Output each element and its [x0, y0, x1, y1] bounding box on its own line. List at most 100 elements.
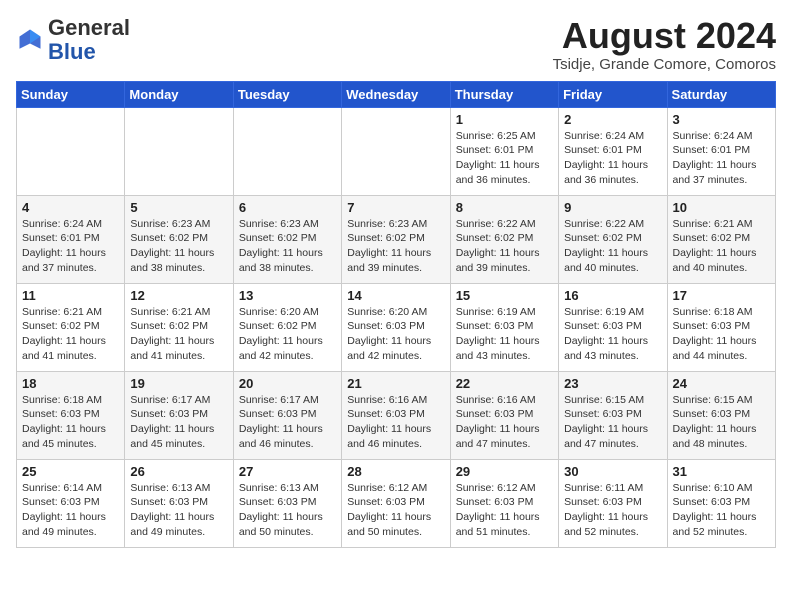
logo-icon [16, 26, 44, 54]
calendar-cell: 4 Sunrise: 6:24 AM Sunset: 6:01 PM Daylig… [17, 195, 125, 283]
calendar-cell: 14 Sunrise: 6:20 AM Sunset: 6:03 PM Dayli… [342, 283, 450, 371]
day-number: 18 [22, 376, 119, 391]
day-number: 4 [22, 200, 119, 215]
day-number: 30 [564, 464, 661, 479]
calendar-cell: 30 Sunrise: 6:11 AM Sunset: 6:03 PM Dayli… [559, 459, 667, 547]
calendar-cell [125, 107, 233, 195]
calendar-cell: 15 Sunrise: 6:19 AM Sunset: 6:03 PM Dayli… [450, 283, 558, 371]
day-info: Sunrise: 6:16 AM Sunset: 6:03 PM Dayligh… [456, 393, 553, 452]
calendar-cell: 28 Sunrise: 6:12 AM Sunset: 6:03 PM Dayli… [342, 459, 450, 547]
day-number: 7 [347, 200, 444, 215]
calendar-cell: 1Sunrise: 6:25 AM Sunset: 6:01 PM Daylig… [450, 107, 558, 195]
day-number: 10 [673, 200, 770, 215]
day-info: Sunrise: 6:19 AM Sunset: 6:03 PM Dayligh… [456, 305, 553, 364]
day-number: 19 [130, 376, 227, 391]
calendar-cell: 10 Sunrise: 6:21 AM Sunset: 6:02 PM Dayli… [667, 195, 775, 283]
calendar-week-row: 18Sunrise: 6:18 AM Sunset: 6:03 PM Dayli… [17, 371, 776, 459]
calendar-cell: 11 Sunrise: 6:21 AM Sunset: 6:02 PM Dayli… [17, 283, 125, 371]
calendar-cell: 9Sunrise: 6:22 AM Sunset: 6:02 PM Daylig… [559, 195, 667, 283]
day-number: 31 [673, 464, 770, 479]
day-number: 23 [564, 376, 661, 391]
logo-general-text: General [48, 15, 130, 40]
day-info: Sunrise: 6:17 AM Sunset: 6:03 PM Dayligh… [130, 393, 227, 452]
calendar-table: SundayMondayTuesdayWednesdayThursdayFrid… [16, 81, 776, 548]
calendar-cell: 31Sunrise: 6:10 AM Sunset: 6:03 PM Dayli… [667, 459, 775, 547]
day-number: 5 [130, 200, 227, 215]
day-number: 24 [673, 376, 770, 391]
weekday-header-saturday: Saturday [667, 81, 775, 107]
day-info: Sunrise: 6:13 AM Sunset: 6:03 PM Dayligh… [130, 481, 227, 540]
calendar-subtitle: Tsidje, Grande Comore, Comoros [553, 56, 776, 73]
day-number: 17 [673, 288, 770, 303]
weekday-header-friday: Friday [559, 81, 667, 107]
day-number: 15 [456, 288, 553, 303]
day-number: 25 [22, 464, 119, 479]
day-number: 21 [347, 376, 444, 391]
calendar-cell: 16 Sunrise: 6:19 AM Sunset: 6:03 PM Dayli… [559, 283, 667, 371]
day-info: Sunrise: 6:14 AM Sunset: 6:03 PM Dayligh… [22, 481, 119, 540]
calendar-cell: 7 Sunrise: 6:23 AM Sunset: 6:02 PM Daylig… [342, 195, 450, 283]
calendar-cell: 29 Sunrise: 6:12 AM Sunset: 6:03 PM Dayli… [450, 459, 558, 547]
day-info: Sunrise: 6:24 AM Sunset: 6:01 PM Dayligh… [22, 217, 119, 276]
day-info: Sunrise: 6:17 AM Sunset: 6:03 PM Dayligh… [239, 393, 336, 452]
day-number: 3 [673, 112, 770, 127]
weekday-header-row: SundayMondayTuesdayWednesdayThursdayFrid… [17, 81, 776, 107]
day-info: Sunrise: 6:23 AM Sunset: 6:02 PM Dayligh… [347, 217, 444, 276]
calendar-cell: 22 Sunrise: 6:16 AM Sunset: 6:03 PM Dayli… [450, 371, 558, 459]
day-info: Sunrise: 6:20 AM Sunset: 6:03 PM Dayligh… [347, 305, 444, 364]
weekday-header-tuesday: Tuesday [233, 81, 341, 107]
day-number: 11 [22, 288, 119, 303]
weekday-header-monday: Monday [125, 81, 233, 107]
title-block: August 2024 Tsidje, Grande Comore, Comor… [553, 16, 776, 73]
calendar-cell: 3Sunrise: 6:24 AM Sunset: 6:01 PM Daylig… [667, 107, 775, 195]
day-number: 29 [456, 464, 553, 479]
day-info: Sunrise: 6:20 AM Sunset: 6:02 PM Dayligh… [239, 305, 336, 364]
day-info: Sunrise: 6:23 AM Sunset: 6:02 PM Dayligh… [239, 217, 336, 276]
calendar-header: SundayMondayTuesdayWednesdayThursdayFrid… [17, 81, 776, 107]
day-number: 22 [456, 376, 553, 391]
day-info: Sunrise: 6:16 AM Sunset: 6:03 PM Dayligh… [347, 393, 444, 452]
day-info: Sunrise: 6:12 AM Sunset: 6:03 PM Dayligh… [347, 481, 444, 540]
calendar-cell: 6 Sunrise: 6:23 AM Sunset: 6:02 PM Daylig… [233, 195, 341, 283]
day-number: 14 [347, 288, 444, 303]
calendar-cell: 27Sunrise: 6:13 AM Sunset: 6:03 PM Dayli… [233, 459, 341, 547]
calendar-cell [342, 107, 450, 195]
day-info: Sunrise: 6:21 AM Sunset: 6:02 PM Dayligh… [22, 305, 119, 364]
calendar-cell: 26 Sunrise: 6:13 AM Sunset: 6:03 PM Dayli… [125, 459, 233, 547]
logo: General Blue [16, 16, 130, 64]
day-info: Sunrise: 6:21 AM Sunset: 6:02 PM Dayligh… [130, 305, 227, 364]
day-number: 9 [564, 200, 661, 215]
calendar-cell: 18Sunrise: 6:18 AM Sunset: 6:03 PM Dayli… [17, 371, 125, 459]
calendar-cell [17, 107, 125, 195]
weekday-header-sunday: Sunday [17, 81, 125, 107]
calendar-cell: 25 Sunrise: 6:14 AM Sunset: 6:03 PM Dayli… [17, 459, 125, 547]
calendar-week-row: 11 Sunrise: 6:21 AM Sunset: 6:02 PM Dayli… [17, 283, 776, 371]
day-number: 13 [239, 288, 336, 303]
calendar-cell: 8Sunrise: 6:22 AM Sunset: 6:02 PM Daylig… [450, 195, 558, 283]
day-info: Sunrise: 6:19 AM Sunset: 6:03 PM Dayligh… [564, 305, 661, 364]
day-info: Sunrise: 6:12 AM Sunset: 6:03 PM Dayligh… [456, 481, 553, 540]
calendar-week-row: 4 Sunrise: 6:24 AM Sunset: 6:01 PM Daylig… [17, 195, 776, 283]
day-number: 28 [347, 464, 444, 479]
calendar-cell: 17 Sunrise: 6:18 AM Sunset: 6:03 PM Dayli… [667, 283, 775, 371]
day-info: Sunrise: 6:24 AM Sunset: 6:01 PM Dayligh… [564, 129, 661, 188]
page-header: General Blue August 2024 Tsidje, Grande … [16, 16, 776, 73]
day-number: 20 [239, 376, 336, 391]
day-number: 16 [564, 288, 661, 303]
calendar-cell: 2 Sunrise: 6:24 AM Sunset: 6:01 PM Daylig… [559, 107, 667, 195]
day-number: 2 [564, 112, 661, 127]
calendar-cell: 19 Sunrise: 6:17 AM Sunset: 6:03 PM Dayli… [125, 371, 233, 459]
weekday-header-wednesday: Wednesday [342, 81, 450, 107]
day-info: Sunrise: 6:11 AM Sunset: 6:03 PM Dayligh… [564, 481, 661, 540]
calendar-week-row: 1Sunrise: 6:25 AM Sunset: 6:01 PM Daylig… [17, 107, 776, 195]
logo-text: General Blue [48, 16, 130, 64]
day-number: 1 [456, 112, 553, 127]
day-number: 6 [239, 200, 336, 215]
day-info: Sunrise: 6:21 AM Sunset: 6:02 PM Dayligh… [673, 217, 770, 276]
calendar-cell: 24Sunrise: 6:15 AM Sunset: 6:03 PM Dayli… [667, 371, 775, 459]
calendar-cell: 20 Sunrise: 6:17 AM Sunset: 6:03 PM Dayli… [233, 371, 341, 459]
day-number: 12 [130, 288, 227, 303]
day-info: Sunrise: 6:18 AM Sunset: 6:03 PM Dayligh… [673, 305, 770, 364]
day-number: 26 [130, 464, 227, 479]
calendar-body: 1Sunrise: 6:25 AM Sunset: 6:01 PM Daylig… [17, 107, 776, 547]
